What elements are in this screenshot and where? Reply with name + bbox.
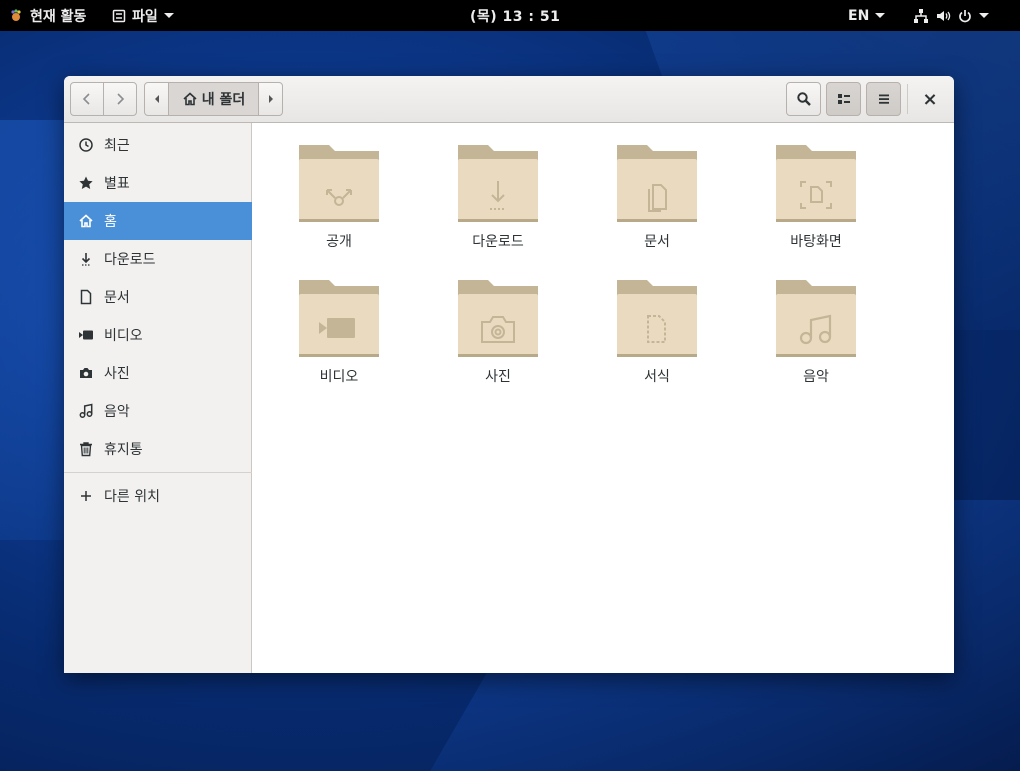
sidebar-item-label: 홈 (104, 214, 117, 230)
sidebar-item-label: 최근 (104, 138, 130, 154)
home-icon (79, 214, 93, 228)
file-cabinet-icon (112, 9, 126, 22)
sidebar: 최근 별표 홈 다운로드 문서 비디오 사진 음악 휴지통 다른 위치 (64, 123, 252, 673)
folder-public[interactable]: 공개 (264, 141, 414, 261)
file-manager-window: 내 폴더 × 최근 별표 홈 다운로드 문서 비디오 사진 음악 휴지통 다른 … (64, 76, 954, 673)
input-language-menu[interactable]: EN (848, 0, 886, 31)
triangle-right-icon (268, 95, 273, 103)
sidebar-item-label: 음악 (104, 404, 130, 420)
folder-pictures[interactable]: 사진 (423, 276, 573, 396)
folder-templates[interactable]: 서식 (582, 276, 732, 396)
trash-icon (80, 442, 92, 457)
chevron-down-icon (979, 13, 989, 18)
close-button[interactable]: × (920, 88, 940, 110)
chevron-down-icon (163, 13, 174, 18)
header-separator (907, 84, 908, 114)
search-icon (796, 92, 811, 106)
sidebar-item-music[interactable]: 음악 (64, 392, 252, 430)
sidebar-item-trash[interactable]: 휴지통 (64, 430, 252, 468)
folder-label: 공개 (326, 234, 352, 250)
gnome-foot-icon (11, 8, 21, 21)
music-icon (79, 403, 93, 418)
sidebar-item-label: 문서 (104, 290, 130, 306)
folder-icon (617, 280, 697, 357)
path-scroll-left-button[interactable] (145, 83, 168, 115)
view-mode-button[interactable] (826, 82, 861, 116)
chevron-left-icon (82, 93, 90, 105)
sidebar-item-label: 별표 (104, 176, 130, 192)
language-label: EN (848, 7, 870, 24)
sidebar-item-documents[interactable]: 문서 (64, 278, 252, 316)
sidebar-item-other-locations[interactable]: 다른 위치 (64, 477, 252, 515)
star-icon (79, 176, 93, 189)
folder-desktop[interactable]: 바탕화면 (741, 141, 891, 261)
menu-button[interactable] (866, 82, 901, 116)
sidebar-item-videos[interactable]: 비디오 (64, 316, 252, 354)
navigation-buttons (70, 82, 137, 116)
folder-icon (776, 145, 856, 222)
video-icon (79, 330, 93, 340)
activities-label: 현재 활동 (30, 8, 87, 25)
list-view-icon (837, 94, 850, 104)
camera-icon (80, 368, 92, 378)
folder-icon (776, 280, 856, 357)
sidebar-item-downloads[interactable]: 다운로드 (64, 240, 252, 278)
folder-documents[interactable]: 문서 (582, 141, 732, 261)
back-button[interactable] (71, 83, 104, 115)
folder-view: 공개 다운로드 문서 바탕화면 비디오 사진 서식 음악 (253, 123, 954, 673)
folder-label: 비디오 (319, 369, 359, 385)
folder-icon (617, 145, 697, 222)
home-icon (183, 92, 197, 106)
chevron-right-icon (117, 93, 125, 105)
sidebar-item-home[interactable]: 홈 (64, 202, 252, 240)
folder-label: 다운로드 (472, 234, 524, 250)
folder-icon (299, 145, 379, 222)
activities-button[interactable]: 현재 활동 (8, 0, 86, 31)
sidebar-item-label: 휴지통 (104, 442, 143, 458)
network-wired-icon (914, 8, 928, 23)
triangle-left-icon (154, 95, 159, 103)
folder-label: 사진 (485, 369, 511, 385)
search-button[interactable] (786, 82, 821, 116)
hamburger-menu-icon (878, 94, 889, 104)
plus-icon (81, 491, 91, 501)
path-bar: 내 폴더 (144, 82, 283, 116)
sidebar-divider (64, 472, 252, 473)
download-icon (81, 253, 91, 266)
top-bar: 현재 활동 파일 (목) 13 : 51 EN (0, 0, 1020, 31)
folder-downloads[interactable]: 다운로드 (423, 141, 573, 261)
close-icon: × (922, 88, 938, 110)
path-scroll-right-button[interactable] (259, 83, 282, 115)
header-bar: 내 폴더 × (64, 76, 954, 123)
breadcrumb-home[interactable]: 내 폴더 (168, 83, 259, 115)
folder-videos[interactable]: 비디오 (264, 276, 414, 396)
sidebar-item-starred[interactable]: 별표 (64, 164, 252, 202)
folder-label: 바탕화면 (790, 234, 842, 250)
power-icon (959, 9, 971, 22)
system-menu[interactable] (913, 0, 989, 31)
folder-icon (458, 145, 538, 222)
forward-button[interactable] (104, 83, 136, 115)
clock-icon (79, 138, 93, 152)
folder-icon (299, 280, 379, 357)
folder-label: 문서 (644, 234, 670, 250)
document-icon (80, 289, 92, 305)
chevron-down-icon (875, 13, 886, 18)
sidebar-item-label: 다른 위치 (104, 489, 160, 505)
sidebar-item-pictures[interactable]: 사진 (64, 354, 252, 392)
volume-icon (937, 10, 951, 21)
folder-label: 서식 (644, 369, 670, 385)
clock[interactable]: (목) 13 : 51 (470, 0, 560, 31)
sidebar-item-label: 사진 (104, 366, 130, 382)
sidebar-item-label: 비디오 (104, 328, 143, 344)
folder-icon (458, 280, 538, 357)
breadcrumb-label: 내 폴더 (201, 92, 246, 108)
app-menu-label: 파일 (132, 8, 158, 25)
app-menu[interactable]: 파일 (112, 0, 174, 31)
folder-music[interactable]: 음악 (741, 276, 891, 396)
sidebar-item-recent[interactable]: 최근 (64, 126, 252, 164)
sidebar-item-label: 다운로드 (104, 252, 156, 268)
folder-label: 음악 (803, 369, 829, 385)
